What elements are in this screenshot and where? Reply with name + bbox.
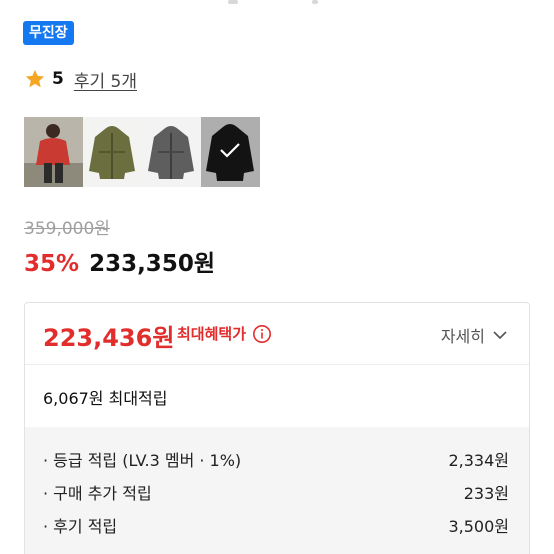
points-row-value: 2,334원 bbox=[448, 451, 509, 470]
points-row-label: · 구매 추가 적립 bbox=[43, 484, 152, 503]
max-benefit-label: 최대혜택가 bbox=[177, 323, 272, 344]
review-count-link[interactable]: 후기 5개 bbox=[74, 67, 137, 92]
max-benefit-label-text: 최대혜택가 bbox=[177, 325, 247, 343]
points-breakdown: · 등급 적립 (LV.3 멤버 · 1%) 2,334원 · 구매 추가 적립… bbox=[25, 427, 529, 554]
thumbnail-black-jacket[interactable] bbox=[201, 117, 260, 187]
thumbnail-model-photo[interactable] bbox=[24, 117, 83, 187]
original-price: 359,000원 bbox=[24, 219, 110, 239]
points-row-value: 233원 bbox=[463, 484, 509, 503]
thumbnail-gray-jacket[interactable] bbox=[142, 117, 201, 187]
benefit-header: 223,436원 최대혜택가 자세히 bbox=[25, 303, 529, 365]
store-badge: 무진장 bbox=[23, 21, 74, 45]
rating-row: 5 후기 5개 bbox=[24, 66, 137, 92]
info-icon[interactable] bbox=[252, 324, 272, 344]
sale-price: 233,350원 bbox=[89, 251, 215, 277]
points-row-label: · 등급 적립 (LV.3 멤버 · 1%) bbox=[43, 451, 242, 470]
chevron-down-icon bbox=[493, 331, 507, 340]
rating-score: 5 bbox=[52, 69, 64, 89]
points-row: · 구매 추가 적립 233원 bbox=[25, 480, 529, 513]
points-row-label: · 후기 적립 bbox=[43, 517, 118, 536]
discount-rate: 35% bbox=[24, 251, 80, 277]
points-row: · 후기 적립 3,500원 bbox=[25, 513, 529, 546]
thumbnail-khaki-jacket[interactable] bbox=[83, 117, 142, 187]
thumbnail-strip bbox=[24, 117, 260, 187]
star-icon bbox=[25, 69, 45, 88]
top-cropped-content bbox=[0, 0, 554, 8]
points-row-value: 3,500원 bbox=[448, 517, 509, 536]
points-row: · 등급 적립 (LV.3 멤버 · 1%) 2,334원 bbox=[25, 447, 529, 480]
detail-toggle-button[interactable]: 자세히 bbox=[441, 323, 507, 347]
max-benefit-price: 223,436원 bbox=[43, 324, 175, 352]
selected-check-icon bbox=[220, 143, 240, 158]
detail-toggle-label: 자세히 bbox=[440, 327, 485, 346]
max-benefit-panel: 223,436원 최대혜택가 자세히 6,067원 최대적립 · 등급 적립 (… bbox=[24, 302, 530, 554]
price-row: 35% 233,350원 bbox=[24, 244, 215, 278]
max-points-total: 6,067원 최대적립 bbox=[43, 389, 168, 408]
